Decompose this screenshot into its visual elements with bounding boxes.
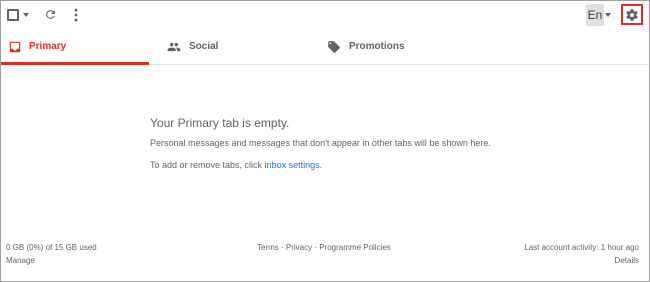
category-tabs: Primary Social Promotions xyxy=(1,30,649,65)
toolbar: En xyxy=(0,0,650,30)
settings-hint-suffix: . xyxy=(319,160,323,170)
empty-state-settings-hint: To add or remove tabs, click inbox setti… xyxy=(150,160,322,170)
manage-storage-link[interactable]: Manage xyxy=(6,256,35,266)
inbox-icon xyxy=(9,41,21,53)
gear-icon xyxy=(626,9,638,21)
tab-promotions-label: Promotions xyxy=(349,41,405,52)
activity-details-link[interactable]: Details xyxy=(615,256,639,266)
more-vert-icon[interactable] xyxy=(70,8,82,22)
settings-button[interactable] xyxy=(621,4,643,25)
footer-policy-links[interactable]: Terms · Privacy · Programme Policies xyxy=(257,243,391,253)
storage-usage: 0 GB (0%) of 15 GB used xyxy=(6,243,97,252)
select-all-checkbox[interactable] xyxy=(7,9,19,21)
tab-primary-label: Primary xyxy=(29,41,67,52)
language-button[interactable]: En xyxy=(586,4,604,26)
tag-icon xyxy=(328,41,340,53)
language-chevron-down-icon[interactable] xyxy=(605,13,611,17)
empty-state-title: Your Primary tab is empty. xyxy=(150,116,290,130)
tab-primary[interactable]: Primary xyxy=(1,30,149,65)
empty-state-description: Personal messages and messages that don'… xyxy=(150,138,491,148)
settings-hint-prefix: To add or remove tabs, click xyxy=(150,160,265,170)
tab-promotions[interactable]: Promotions xyxy=(323,30,483,65)
people-icon xyxy=(167,42,181,52)
select-menu-chevron-down-icon[interactable] xyxy=(23,13,29,17)
inbox-settings-link[interactable]: inbox settings xyxy=(265,160,320,170)
refresh-icon[interactable] xyxy=(44,8,57,21)
last-account-activity: Last account activity: 1 hour ago xyxy=(524,243,639,252)
tab-social[interactable]: Social xyxy=(163,30,313,65)
tab-social-label: Social xyxy=(189,41,219,52)
